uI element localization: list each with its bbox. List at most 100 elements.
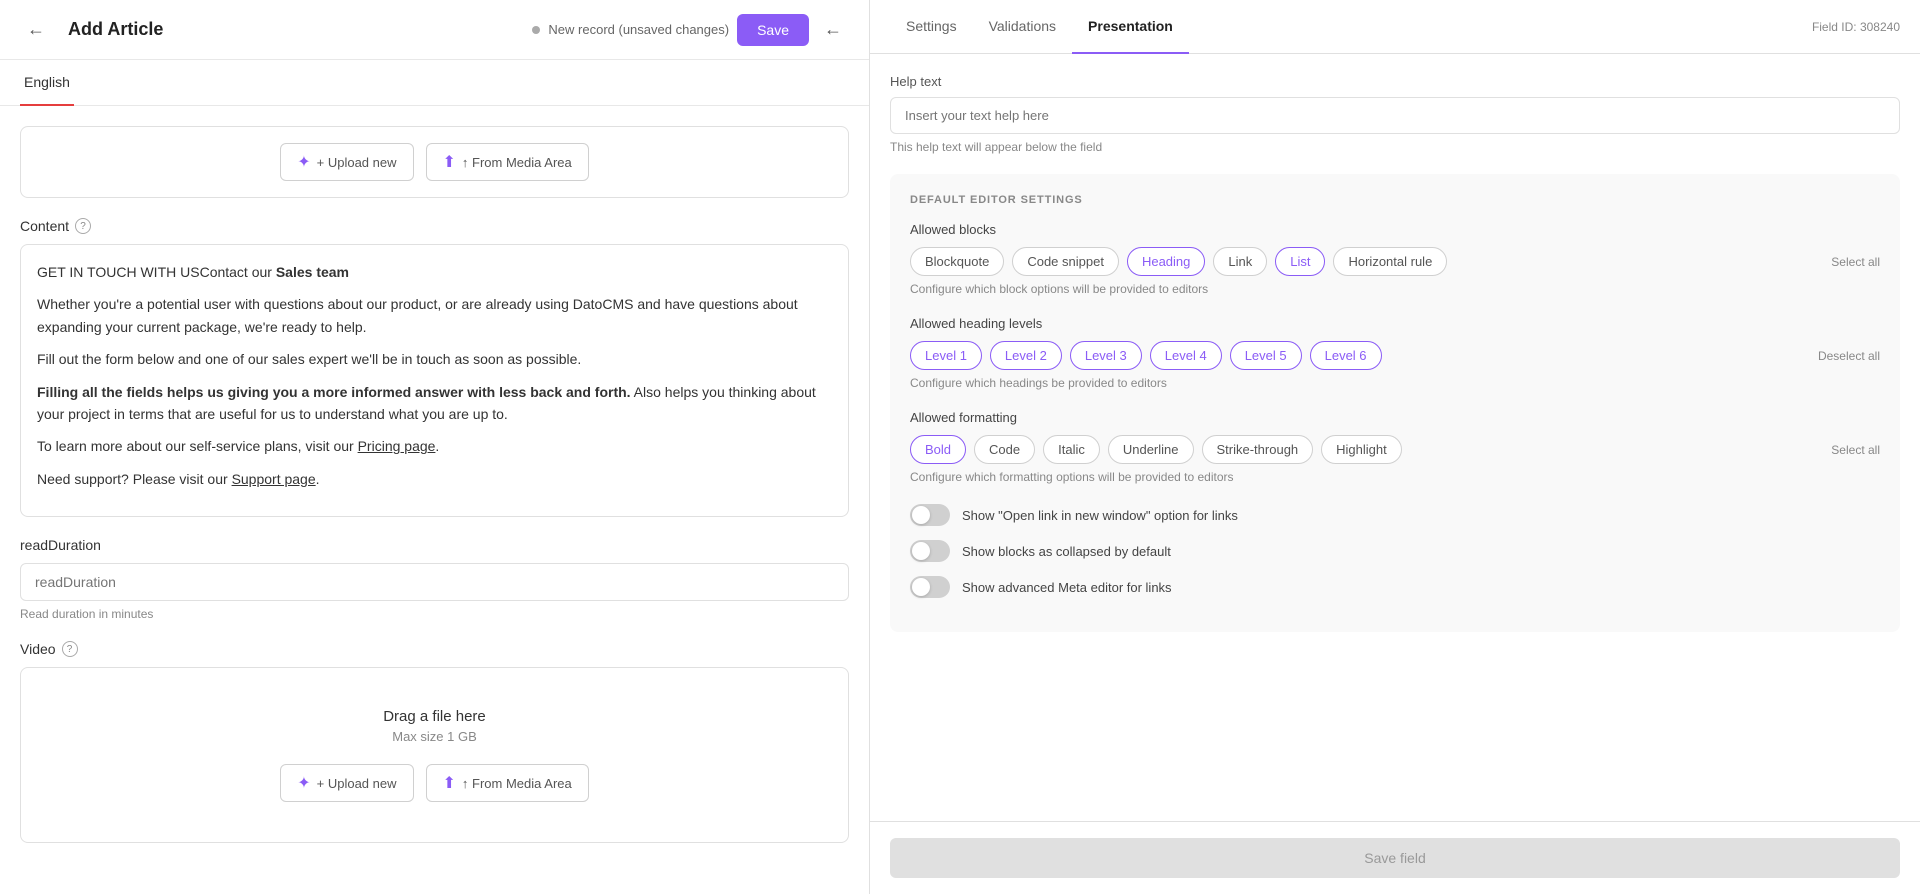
read-duration-input[interactable] xyxy=(20,563,849,601)
media-icon-top: ⬆ xyxy=(443,152,456,172)
allowed-headings-group: Allowed heading levels Level 1 Level 2 L… xyxy=(910,316,1880,390)
chip-bold[interactable]: Bold xyxy=(910,435,966,464)
toggle-blocks-collapsed-label: Show blocks as collapsed by default xyxy=(962,544,1171,559)
toggle-open-link-knob xyxy=(912,506,930,524)
select-all-formatting[interactable]: Select all xyxy=(1831,443,1880,457)
chip-highlight[interactable]: Highlight xyxy=(1321,435,1402,464)
video-from-media-button[interactable]: ⬆ ↑ From Media Area xyxy=(426,764,589,802)
read-duration-label: readDuration xyxy=(20,537,849,553)
field-id: Field ID: 308240 xyxy=(1812,20,1900,34)
help-text-section: Help text This help text will appear bel… xyxy=(890,74,1900,154)
chip-strike-through[interactable]: Strike-through xyxy=(1202,435,1314,464)
chip-level3[interactable]: Level 3 xyxy=(1070,341,1142,370)
right-panel: Settings Validations Presentation Field … xyxy=(870,0,1920,894)
allowed-formatting-label: Allowed formatting xyxy=(910,410,1880,425)
video-help-icon[interactable]: ? xyxy=(62,641,78,657)
toggle-blocks-collapsed: Show blocks as collapsed by default xyxy=(910,540,1880,562)
deselect-all-headings[interactable]: Deselect all xyxy=(1818,349,1880,363)
video-upload-new-label: + Upload new xyxy=(317,776,397,791)
toggle-open-link-switch[interactable] xyxy=(910,504,950,526)
video-upload-icon: ✦ xyxy=(297,773,310,793)
chip-code[interactable]: Code xyxy=(974,435,1035,464)
arrow-button[interactable]: ← xyxy=(817,14,849,46)
allowed-formatting-hint: Configure which formatting options will … xyxy=(910,470,1880,484)
chip-blockquote[interactable]: Blockquote xyxy=(910,247,1004,276)
toggle-open-link: Show "Open link in new window" option fo… xyxy=(910,504,1880,526)
video-label: Video ? xyxy=(20,641,849,657)
video-upload-buttons: ✦ + Upload new ⬆ ↑ From Media Area xyxy=(37,764,832,802)
allowed-blocks-label: Allowed blocks xyxy=(910,222,1880,237)
right-content: Help text This help text will appear bel… xyxy=(870,54,1920,821)
upload-new-button-top[interactable]: ✦ + Upload new xyxy=(280,143,413,181)
from-media-label-top: ↑ From Media Area xyxy=(462,155,572,170)
read-duration-hint: Read duration in minutes xyxy=(20,607,849,621)
right-tabs: Settings Validations Presentation Field … xyxy=(870,0,1920,54)
allowed-blocks-hint: Configure which block options will be pr… xyxy=(910,282,1880,296)
upload-icon: ✦ xyxy=(297,152,310,172)
save-field-row: Save field xyxy=(870,821,1920,894)
chip-level1[interactable]: Level 1 xyxy=(910,341,982,370)
chip-level4[interactable]: Level 4 xyxy=(1150,341,1222,370)
tab-presentation[interactable]: Presentation xyxy=(1072,0,1189,54)
page-title: Add Article xyxy=(68,19,163,40)
settings-title: DEFAULT EDITOR SETTINGS xyxy=(910,194,1880,206)
upload-new-label-top: + Upload new xyxy=(317,155,397,170)
upload-section: ✦ + Upload new ⬆ ↑ From Media Area xyxy=(20,126,849,198)
allowed-headings-label: Allowed heading levels xyxy=(910,316,1880,331)
video-upload-new-button[interactable]: ✦ + Upload new xyxy=(280,764,413,802)
content-area: ✦ + Upload new ⬆ ↑ From Media Area Conte… xyxy=(0,106,869,894)
chip-list[interactable]: List xyxy=(1275,247,1325,276)
chip-horizontal-rule[interactable]: Horizontal rule xyxy=(1333,247,1447,276)
help-text-label: Help text xyxy=(890,74,1900,89)
tab-validations[interactable]: Validations xyxy=(973,0,1072,54)
status-bar: New record (unsaved changes) Save ← xyxy=(532,14,849,46)
allowed-formatting-group: Allowed formatting Bold Code Italic Unde… xyxy=(910,410,1880,484)
top-bar: ← Add Article New record (unsaved change… xyxy=(0,0,869,60)
left-panel: ← Add Article New record (unsaved change… xyxy=(0,0,870,894)
tab-settings[interactable]: Settings xyxy=(890,0,973,54)
toggle-advanced-meta-switch[interactable] xyxy=(910,576,950,598)
read-duration-section: readDuration Read duration in minutes xyxy=(20,537,849,621)
help-text-hint: This help text will appear below the fie… xyxy=(890,140,1900,154)
toggle-open-link-label: Show "Open link in new window" option fo… xyxy=(962,508,1238,523)
save-field-button[interactable]: Save field xyxy=(890,838,1900,878)
select-all-blocks[interactable]: Select all xyxy=(1831,255,1880,269)
save-button[interactable]: Save xyxy=(737,14,809,46)
content-intro: GET IN TOUCH WITH USContact our Sales te… xyxy=(37,261,832,283)
toggle-advanced-meta-label: Show advanced Meta editor for links xyxy=(962,580,1172,595)
toggle-advanced-meta: Show advanced Meta editor for links xyxy=(910,576,1880,598)
video-upload-area: Drag a file here Max size 1 GB ✦ + Uploa… xyxy=(20,667,849,843)
allowed-headings-chips: Level 1 Level 2 Level 3 Level 4 Level 5 … xyxy=(910,341,1880,370)
toggle-blocks-collapsed-switch[interactable] xyxy=(910,540,950,562)
content-para2: Fill out the form below and one of our s… xyxy=(37,348,832,370)
content-para3: Filling all the fields helps us giving y… xyxy=(37,381,832,426)
chip-underline[interactable]: Underline xyxy=(1108,435,1194,464)
back-button[interactable]: ← xyxy=(20,14,52,46)
support-link[interactable]: Support page xyxy=(232,471,316,487)
pricing-link[interactable]: Pricing page xyxy=(358,438,436,454)
content-help-icon[interactable]: ? xyxy=(75,218,91,234)
chip-level6[interactable]: Level 6 xyxy=(1310,341,1382,370)
video-media-icon: ⬆ xyxy=(443,773,456,793)
chip-heading[interactable]: Heading xyxy=(1127,247,1205,276)
allowed-formatting-chips: Bold Code Italic Underline Strike-throug… xyxy=(910,435,1880,464)
chip-level5[interactable]: Level 5 xyxy=(1230,341,1302,370)
allowed-blocks-group: Allowed blocks Blockquote Code snippet H… xyxy=(910,222,1880,296)
english-tab[interactable]: English xyxy=(20,60,74,106)
toggle-blocks-collapsed-knob xyxy=(912,542,930,560)
status-text: New record (unsaved changes) xyxy=(548,22,729,37)
chip-level2[interactable]: Level 2 xyxy=(990,341,1062,370)
chip-code-snippet[interactable]: Code snippet xyxy=(1012,247,1119,276)
chip-italic[interactable]: Italic xyxy=(1043,435,1100,464)
default-editor-settings: DEFAULT EDITOR SETTINGS Allowed blocks B… xyxy=(890,174,1900,632)
video-section: Video ? Drag a file here Max size 1 GB ✦… xyxy=(20,641,849,843)
from-media-button-top[interactable]: ⬆ ↑ From Media Area xyxy=(426,143,589,181)
help-text-input[interactable] xyxy=(890,97,1900,134)
chip-link[interactable]: Link xyxy=(1213,247,1267,276)
content-para5: Need support? Please visit our Support p… xyxy=(37,468,832,490)
content-editor[interactable]: GET IN TOUCH WITH USContact our Sales te… xyxy=(20,244,849,517)
language-tab-bar: English xyxy=(0,60,869,106)
allowed-blocks-chips: Blockquote Code snippet Heading Link Lis… xyxy=(910,247,1880,276)
content-label: Content ? xyxy=(20,218,849,234)
toggle-advanced-meta-knob xyxy=(912,578,930,596)
